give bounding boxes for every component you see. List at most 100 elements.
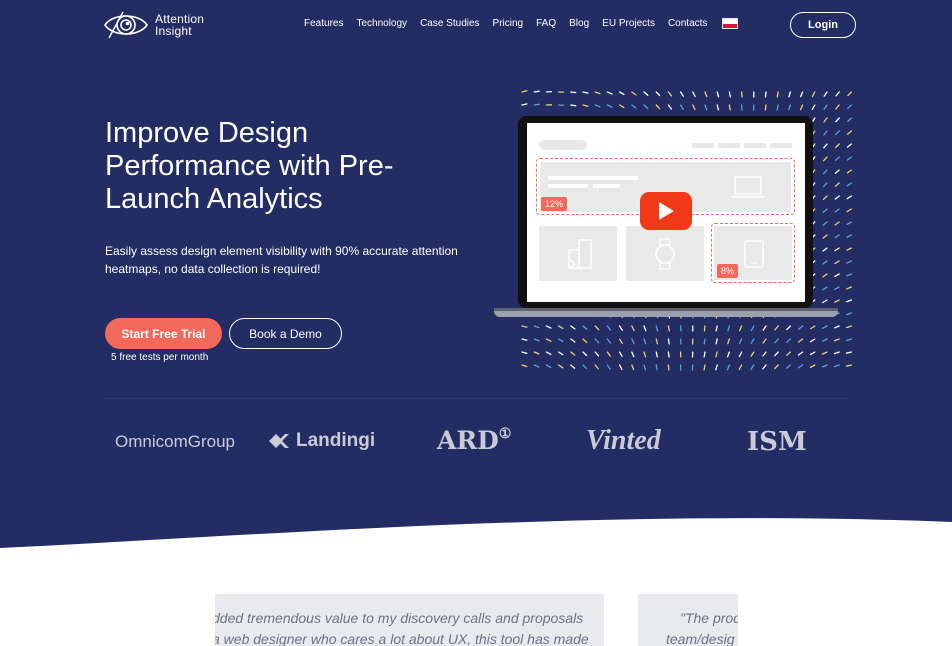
decorative-stroke — [606, 351, 611, 357]
decorative-stroke — [545, 364, 552, 369]
decorative-stroke — [631, 338, 635, 345]
nav-case-studies[interactable]: Case Studies — [420, 18, 479, 29]
decorative-stroke — [797, 364, 804, 369]
youtube-play-icon[interactable] — [640, 192, 692, 230]
decorative-stroke — [667, 351, 670, 358]
decorative-stroke — [834, 169, 840, 174]
decorative-stroke — [847, 104, 853, 110]
client-logo-omnicom: OmnicomGroup — [115, 432, 235, 451]
decorative-stroke — [738, 351, 743, 358]
decorative-stroke — [606, 325, 612, 331]
phone-icon — [744, 240, 764, 268]
decorative-stroke — [833, 351, 840, 355]
decorative-stroke — [846, 260, 853, 264]
decorative-stroke — [846, 286, 853, 290]
decorative-stroke — [835, 91, 840, 97]
decorative-stroke — [545, 338, 552, 342]
start-free-trial-button[interactable]: Start Free Trial — [105, 318, 222, 349]
nav-pricing[interactable]: Pricing — [493, 18, 524, 29]
decorative-stroke — [643, 364, 647, 371]
decorative-stroke — [846, 273, 853, 277]
decorative-stroke — [788, 91, 792, 98]
mock-text-line — [548, 184, 588, 188]
decorative-stroke — [834, 286, 840, 290]
mock-nav-placeholder — [718, 143, 740, 148]
decorative-stroke — [846, 156, 853, 161]
wave-divider — [0, 518, 952, 570]
decorative-stroke — [847, 91, 853, 97]
nav-technology[interactable]: Technology — [356, 18, 407, 29]
decorative-stroke — [594, 91, 601, 95]
decorative-stroke — [533, 103, 540, 106]
decorative-stroke — [704, 104, 708, 111]
decorative-stroke — [726, 351, 731, 358]
book-demo-button[interactable]: Book a Demo — [229, 318, 342, 349]
decorative-stroke — [533, 338, 540, 342]
decorative-stroke — [834, 143, 840, 149]
decorative-stroke — [786, 325, 792, 331]
decorative-stroke — [618, 325, 623, 331]
decorative-stroke — [822, 195, 828, 201]
decorative-stroke — [835, 104, 840, 110]
decorative-stroke — [655, 351, 658, 358]
decorative-stroke — [667, 338, 670, 345]
poland-flag-icon[interactable] — [722, 18, 739, 29]
decorative-stroke — [846, 169, 853, 174]
decorative-stroke — [846, 312, 853, 316]
hero-subtext: Easily assess design element visibility … — [105, 244, 458, 276]
decorative-stroke — [582, 338, 588, 344]
decorative-stroke — [704, 91, 708, 98]
decorative-stroke — [728, 104, 731, 111]
trial-note: 5 free tests per month — [111, 352, 209, 363]
nav-faq[interactable]: FAQ — [536, 18, 556, 29]
decorative-stroke — [631, 104, 637, 109]
decorative-stroke — [570, 104, 577, 107]
attention-badge-8: 8% — [717, 264, 739, 278]
decorative-stroke — [774, 338, 779, 344]
decorative-stroke — [823, 117, 828, 123]
decorative-stroke — [521, 351, 528, 355]
mock-nav-placeholder — [770, 143, 792, 148]
decorative-stroke — [692, 91, 696, 98]
decorative-stroke — [726, 364, 731, 371]
decorative-stroke — [762, 325, 767, 331]
login-button[interactable]: Login — [790, 12, 856, 38]
decorative-stroke — [762, 351, 767, 357]
nav-contacts[interactable]: Contacts — [668, 18, 707, 29]
decorative-stroke — [834, 221, 840, 226]
decorative-stroke — [570, 351, 576, 356]
decorative-stroke — [570, 325, 576, 330]
nav-eu-projects[interactable]: EU Projects — [602, 18, 655, 29]
decorative-stroke — [799, 104, 804, 111]
decorative-stroke — [774, 351, 779, 357]
mock-nav-placeholder — [692, 143, 714, 148]
decorative-stroke — [833, 364, 840, 368]
decorative-stroke — [834, 234, 840, 239]
nav-features[interactable]: Features — [304, 18, 343, 29]
decorative-stroke — [822, 260, 828, 265]
nav-blog[interactable]: Blog — [569, 18, 589, 29]
decorative-stroke — [811, 104, 816, 110]
decorative-stroke — [786, 351, 792, 356]
decorative-stroke — [823, 91, 828, 97]
mock-nav-placeholder — [744, 143, 766, 148]
decorative-stroke — [582, 364, 588, 370]
decorative-stroke — [809, 338, 816, 343]
decorative-stroke — [834, 260, 840, 265]
decorative-stroke — [822, 273, 828, 278]
decorative-stroke — [750, 364, 755, 370]
decorative-stroke — [606, 364, 611, 370]
decorative-stroke — [738, 338, 743, 345]
decorative-stroke — [811, 91, 816, 98]
decorative-stroke — [570, 338, 576, 343]
decorative-stroke — [845, 338, 853, 341]
decorative-stroke — [738, 325, 743, 332]
testimonial-text-line: dded tremendous value to my discovery ca… — [215, 610, 584, 626]
decorative-stroke — [631, 91, 637, 96]
decorative-stroke — [798, 325, 804, 330]
decorative-stroke — [606, 91, 613, 95]
decorative-stroke — [821, 338, 828, 342]
brand-logo[interactable]: Attention Insight — [103, 8, 204, 42]
decorative-stroke — [643, 325, 647, 332]
decorative-stroke — [703, 351, 706, 358]
